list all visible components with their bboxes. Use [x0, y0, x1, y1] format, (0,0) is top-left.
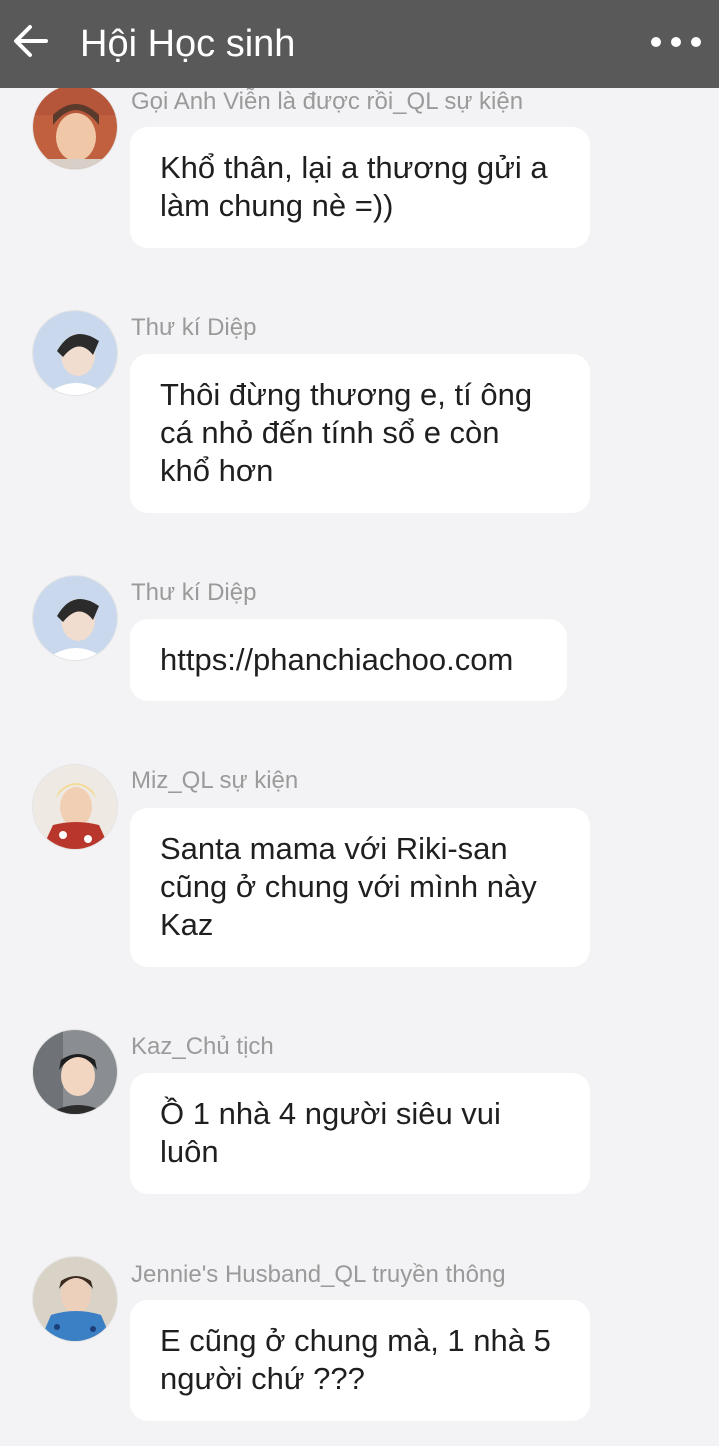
message-bubble[interactable]: Thôi đừng thương e, tí ông cá nhỏ đến tí… — [130, 354, 590, 513]
message-text: Khổ thân, lại a thương gửi a làm chung n… — [160, 150, 548, 223]
sender-avatar[interactable] — [32, 1029, 118, 1115]
sender-name: Kaz_Chủ tịch — [131, 1033, 274, 1060]
message-text: E cũng ở chung mà, 1 nhà 5 người chứ ??? — [160, 1323, 551, 1396]
sender-name: Thư kí Diệp — [131, 314, 257, 341]
more-horizontal-icon — [651, 37, 701, 47]
message-bubble[interactable]: Santa mama với Riki-san cũng ở chung với… — [130, 808, 590, 967]
sender-avatar[interactable] — [32, 310, 118, 396]
sender-avatar[interactable] — [32, 575, 118, 661]
message-bubble[interactable]: Ồ 1 nhà 4 người siêu vui luôn — [130, 1073, 590, 1194]
sender-avatar[interactable] — [32, 84, 118, 170]
message-feed[interactable]: Gọi Anh Viễn là được rồi_QL sự kiện Khổ … — [0, 0, 719, 1446]
arrow-left-icon — [14, 25, 48, 57]
sender-avatar[interactable] — [32, 764, 118, 850]
message-text: Santa mama với Riki-san cũng ở chung với… — [160, 831, 537, 942]
message-text: Ồ 1 nhà 4 người siêu vui luôn — [160, 1096, 501, 1169]
chat-title: Hội Học sinh — [80, 23, 296, 65]
message-link[interactable]: https://phanchiachoo.com — [160, 641, 537, 679]
sender-name: Miz_QL sự kiện — [131, 767, 299, 794]
back-button[interactable] — [10, 20, 52, 62]
sender-avatar[interactable] — [32, 1256, 118, 1342]
more-options-button[interactable] — [646, 26, 706, 60]
sender-name: Jennie's Husband_QL truyền thông — [131, 1261, 506, 1288]
sender-name: Gọi Anh Viễn là được rồi_QL sự kiện — [131, 88, 524, 115]
message-text: Thôi đừng thương e, tí ông cá nhỏ đến tí… — [160, 377, 533, 488]
top-app-bar: Hội Học sinh — [0, 0, 719, 88]
message-bubble[interactable]: E cũng ở chung mà, 1 nhà 5 người chứ ??? — [130, 1300, 590, 1421]
message-bubble[interactable]: https://phanchiachoo.com — [130, 619, 567, 701]
message-bubble[interactable]: Khổ thân, lại a thương gửi a làm chung n… — [130, 127, 590, 248]
sender-name: Thư kí Diệp — [131, 579, 257, 606]
